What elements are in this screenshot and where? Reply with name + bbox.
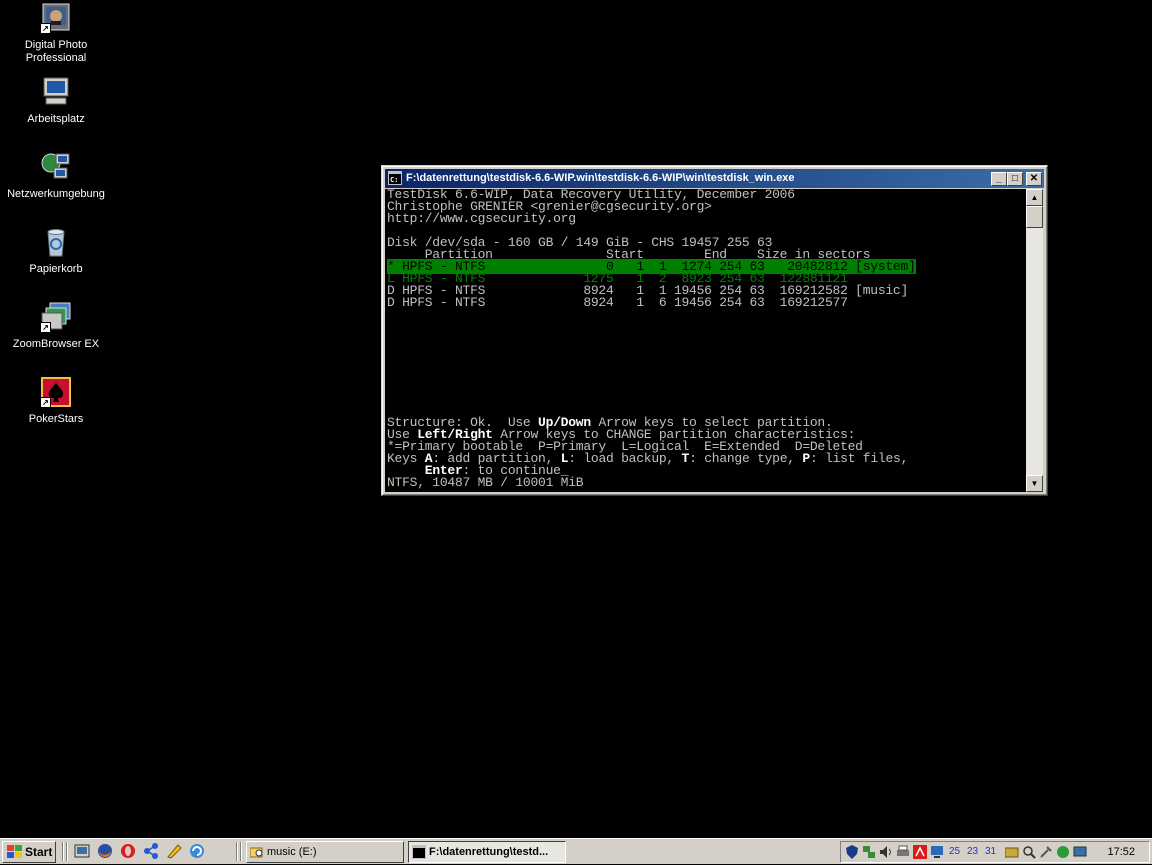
display-icon[interactable] — [930, 845, 944, 859]
pokerstars-icon: ↗ — [40, 376, 72, 408]
network-tray-icon[interactable] — [862, 845, 876, 859]
svg-text:C:: C: — [390, 176, 398, 184]
task-button-label: music (E:) — [267, 846, 317, 858]
search-icon[interactable] — [1022, 845, 1036, 859]
edit-tool-icon[interactable] — [166, 843, 182, 859]
folder-search-icon — [249, 845, 264, 859]
console-app-icon — [412, 845, 426, 859]
clock[interactable]: 17:52 — [1107, 842, 1135, 862]
start-button[interactable]: Start — [2, 841, 56, 863]
desktop-icon-label: Digital Photo Professional — [24, 39, 88, 64]
photo-app-icon: ↗ — [40, 2, 72, 34]
firefox-icon[interactable] — [97, 843, 113, 859]
start-label: Start — [25, 845, 53, 859]
desktop-icon-netzwerkumgebung[interactable]: Netzwerkumgebung — [0, 151, 112, 201]
partition-row[interactable]: D HPFS - NTFS 8924 1 6 19456 254 63 1692… — [385, 296, 1026, 309]
desktop-icon-pokerstars[interactable]: ↗ PokerStars — [0, 376, 112, 426]
zoombrowser-icon: ↗ — [40, 301, 72, 333]
network-icon — [40, 151, 72, 183]
shield-icon[interactable] — [845, 845, 859, 859]
printer-icon[interactable] — [896, 845, 910, 859]
windows-flag-icon — [7, 845, 22, 859]
desktop-icon-label: Papierkorb — [29, 263, 83, 275]
task-button-label: F:\datenrettung\testd... — [429, 846, 549, 858]
show-desktop-icon[interactable] — [74, 843, 90, 859]
recycle-bin-icon — [40, 226, 72, 258]
computer-icon — [40, 76, 72, 108]
taskbar-separator — [240, 842, 242, 861]
scroll-down-button[interactable]: ▼ — [1026, 475, 1043, 492]
calendar-day-25[interactable]: 25 — [949, 845, 963, 859]
system-tray: 25 23 31 17:52 — [840, 841, 1150, 863]
desktop-icon-label: Netzwerkumgebung — [7, 188, 105, 200]
console-url-line: http://www.cgsecurity.org — [387, 211, 576, 226]
task-button-testdisk[interactable]: F:\datenrettung\testd... — [408, 841, 566, 863]
desktop-icon-digital-photo-professional[interactable]: ↗ Digital Photo Professional — [0, 2, 112, 65]
monitor-tray-icon[interactable] — [1073, 845, 1087, 859]
console-app-icon: C: — [388, 171, 402, 185]
volume-icon[interactable] — [879, 845, 893, 859]
scroll-thumb[interactable] — [1026, 206, 1043, 228]
antivirus-icon[interactable] — [1056, 845, 1070, 859]
taskbar-separator — [62, 842, 64, 861]
taskbar-separator — [66, 842, 68, 861]
acrobat-icon[interactable] — [913, 845, 927, 859]
calendar-day-23[interactable]: 23 — [967, 845, 981, 859]
desktop-icon-zoombrowser[interactable]: ↗ ZoomBrowser EX — [0, 301, 112, 351]
desktop-icon-arbeitsplatz[interactable]: Arbeitsplatz — [0, 76, 112, 126]
testdisk-console-window[interactable]: C: F:\datenrettung\testdisk-6.6-WIP.win\… — [381, 165, 1048, 496]
window-titlebar[interactable]: C: F:\datenrettung\testdisk-6.6-WIP.win\… — [385, 169, 1044, 188]
calendar-day-31[interactable]: 31 — [985, 845, 999, 859]
desktop-icon-label: ZoomBrowser EX — [12, 338, 100, 350]
desktop-icon-label: Arbeitsplatz — [27, 113, 85, 125]
task-button-music[interactable]: music (E:) — [246, 841, 404, 863]
vertical-scrollbar[interactable]: ▲ ▼ — [1026, 189, 1043, 492]
maximize-button[interactable]: □ — [1007, 172, 1023, 186]
tool-icon[interactable] — [1039, 845, 1053, 859]
folder-tray-icon[interactable] — [1004, 845, 1019, 859]
scroll-up-button[interactable]: ▲ — [1026, 189, 1043, 206]
taskbar-separator — [236, 842, 238, 861]
refresh-browser-icon[interactable] — [189, 843, 205, 859]
taskbar: Start music (E:) F:\datenrettung\testd..… — [0, 838, 1152, 864]
console-output[interactable]: TestDisk 6.6-WIP, Data Recovery Utility,… — [385, 189, 1026, 492]
desktop-icon-papierkorb[interactable]: Papierkorb — [0, 226, 112, 276]
window-title: F:\datenrettung\testdisk-6.6-WIP.win\tes… — [406, 172, 795, 184]
desktop-icon-label: PokerStars — [28, 413, 84, 425]
minimize-button[interactable]: _ — [991, 172, 1007, 186]
opera-icon[interactable] — [120, 843, 136, 859]
partition-size-status: NTFS, 10487 MB / 10001 MiB — [387, 475, 584, 490]
close-button[interactable]: ✕ — [1026, 172, 1042, 186]
share-icon[interactable] — [143, 843, 159, 859]
